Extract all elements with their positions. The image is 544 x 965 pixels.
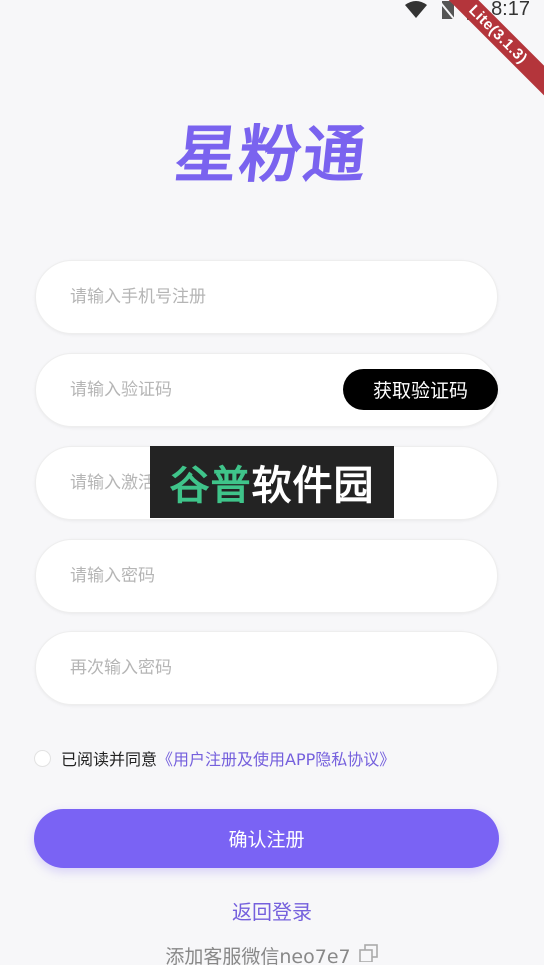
agreement-prefix: 已阅读并同意	[61, 750, 158, 769]
status-time: 8:17	[491, 0, 530, 20]
copy-icon[interactable]	[358, 944, 379, 965]
app-logo: 星粉通	[171, 118, 372, 191]
agree-radio[interactable]	[34, 749, 51, 767]
get-code-button[interactable]: 获取验证码	[343, 369, 498, 410]
service-wechat-text: 添加客服微信neo7e7	[165, 946, 351, 965]
agreement-row: 已阅读并同意 《用户注册及使用APP隐私协议》	[34, 746, 395, 770]
watermark-part2: 软件园	[251, 463, 375, 509]
password-field[interactable]	[35, 539, 498, 613]
battery-charging-icon	[467, 0, 480, 20]
watermark-part1: 谷普	[169, 463, 252, 509]
watermark-overlay: 谷普 软件园	[150, 446, 394, 518]
back-to-login-link[interactable]: 返回登录	[0, 896, 544, 925]
phone-input[interactable]	[70, 261, 370, 333]
status-bar: 8:17	[0, 0, 544, 22]
confirm-password-input[interactable]	[70, 632, 370, 704]
wifi-icon	[405, 0, 428, 19]
privacy-agreement-link[interactable]: 《用户注册及使用APP隐私协议》	[157, 746, 395, 770]
phone-field[interactable]	[35, 260, 498, 334]
service-contact: 添加客服微信neo7e7	[0, 942, 544, 965]
status-icons: 8:17	[405, 0, 530, 21]
confirm-register-button[interactable]: 确认注册	[34, 809, 499, 868]
confirm-password-field[interactable]	[35, 631, 498, 705]
no-sim-icon	[439, 0, 455, 20]
code-input[interactable]	[70, 354, 370, 426]
password-input[interactable]	[70, 540, 370, 612]
